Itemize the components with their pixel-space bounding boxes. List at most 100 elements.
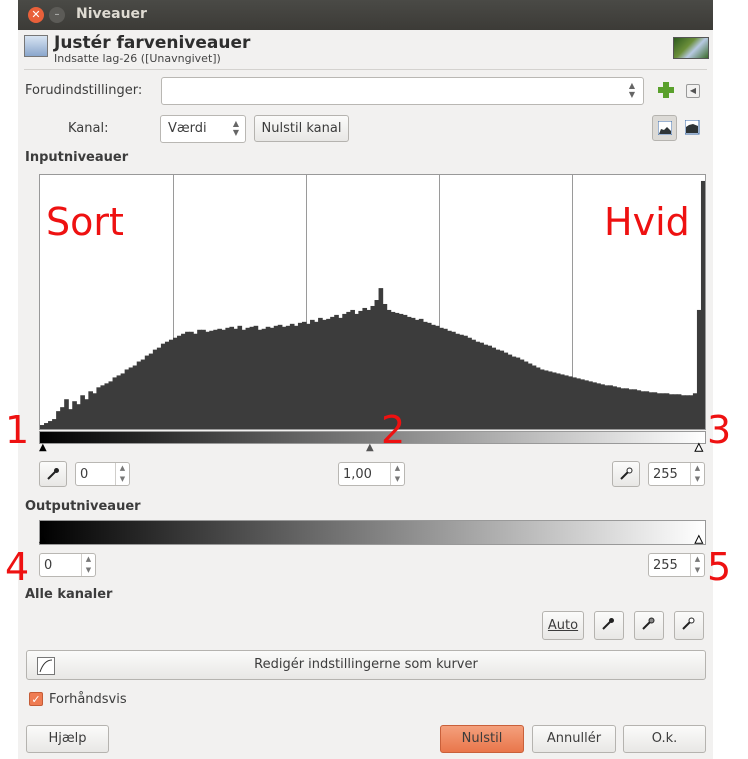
histogram-bar <box>80 395 85 429</box>
histogram-bar <box>354 313 359 429</box>
histogram-bar <box>209 330 214 429</box>
gray-point-picker-button[interactable] <box>634 611 664 640</box>
histogram-bar <box>301 321 307 429</box>
histogram-bar <box>455 333 460 429</box>
histogram-bar <box>463 335 468 429</box>
histogram-bar <box>193 333 198 429</box>
auto-button[interactable]: Auto <box>542 611 584 640</box>
gamma-spinner[interactable]: 1,00 ▲ ▼ <box>338 462 405 486</box>
histogram-bar <box>68 409 73 429</box>
edit-as-curves-button[interactable]: Redigér indstillingerne som kurver <box>26 650 706 680</box>
close-icon[interactable]: ✕ <box>28 7 44 23</box>
histogram-bar <box>289 323 295 429</box>
histogram-bar <box>269 327 275 429</box>
histogram-bar <box>306 323 311 429</box>
histogram-bar <box>60 407 65 429</box>
output-low-slider[interactable]: ▲ <box>39 535 47 545</box>
annotation-4: 4 <box>5 545 30 589</box>
gamma-slider[interactable]: ▲ <box>366 443 374 453</box>
dialog-heading: Justér farveniveauer <box>54 33 251 53</box>
output-gradient-bar[interactable] <box>39 520 706 545</box>
output-levels-label: Outputniveauer <box>25 499 141 514</box>
window-title: Niveauer <box>76 6 147 22</box>
histogram-bar <box>261 328 267 429</box>
channel-combo[interactable]: Værdi ▲ ▼ <box>160 115 246 143</box>
output-high-slider[interactable]: ▲ <box>695 534 704 545</box>
updown-icon[interactable]: ▲ ▼ <box>81 554 95 576</box>
histogram-bar <box>640 391 646 429</box>
output-high-value: 255 <box>653 558 678 573</box>
histogram-bar <box>168 339 174 429</box>
help-button[interactable]: Hjælp <box>26 725 109 753</box>
black-point-picker-button[interactable] <box>594 611 624 640</box>
annotation-5: 5 <box>707 545 732 589</box>
presets-combo[interactable]: ▲ ▼ <box>161 77 644 105</box>
histogram-bar <box>567 376 573 429</box>
updown-icon[interactable]: ▲ ▼ <box>690 463 704 485</box>
histogram-bar <box>543 370 549 429</box>
linear-histogram-icon[interactable] <box>652 115 677 141</box>
histogram-bar <box>572 377 577 429</box>
histogram-bar <box>628 389 634 429</box>
histogram-bar <box>237 325 243 429</box>
histogram-bar <box>410 317 416 429</box>
histogram-bar <box>160 343 166 429</box>
histogram-bar <box>459 334 464 429</box>
histogram-bar <box>479 342 484 429</box>
histogram-bar <box>124 369 130 429</box>
black-level-spinner[interactable]: 0 ▲ ▼ <box>75 462 130 486</box>
updown-icon[interactable]: ▲ ▼ <box>690 554 704 576</box>
output-high-spinner[interactable]: 255 ▲ ▼ <box>648 553 705 577</box>
add-preset-icon[interactable] <box>658 82 674 98</box>
presets-label: Forudindstillinger: <box>25 83 143 98</box>
histogram-bar <box>64 399 69 429</box>
preset-menu-icon[interactable]: ◀ <box>686 84 700 98</box>
black-level-value: 0 <box>80 467 89 482</box>
updown-icon[interactable]: ▲ ▼ <box>115 463 129 485</box>
black-picker-button[interactable] <box>39 461 67 487</box>
levels-dialog: ✕ – Niveauer Justér farveniveauer Indsat… <box>18 0 713 759</box>
reset-button[interactable]: Nulstil <box>440 725 524 753</box>
channel-label: Kanal: <box>68 121 109 136</box>
preview-checkbox[interactable]: ✓ <box>29 692 43 706</box>
annotation-2: 2 <box>381 408 406 452</box>
histogram-bar <box>439 327 444 429</box>
histogram-bar <box>318 317 323 429</box>
histogram-bar <box>213 329 218 429</box>
histogram-bar <box>84 399 89 429</box>
histogram-bar <box>120 373 126 429</box>
log-histogram-icon[interactable] <box>684 119 700 135</box>
output-low-spinner[interactable]: 0 ▲ ▼ <box>39 553 96 577</box>
white-point-picker-button[interactable] <box>674 611 704 640</box>
cancel-button[interactable]: Annullér <box>532 725 616 753</box>
histogram-bar <box>596 383 601 429</box>
histogram-bar <box>475 341 480 429</box>
histogram-bar <box>104 383 110 429</box>
histogram-bar <box>265 326 271 429</box>
histogram-bar <box>447 330 452 429</box>
white-picker-button[interactable] <box>612 461 640 487</box>
histogram-bar <box>334 314 339 429</box>
black-point-slider[interactable]: ▲ <box>39 443 47 453</box>
histogram-bar <box>88 391 93 429</box>
histogram-bar <box>108 381 114 429</box>
ok-button[interactable]: O.k. <box>623 725 706 753</box>
histogram-bar <box>285 325 291 429</box>
updown-icon: ▲ ▼ <box>232 119 239 137</box>
histogram-bar <box>128 367 134 429</box>
reset-channel-button[interactable]: Nulstil kanal <box>254 115 349 142</box>
histogram-bar <box>656 393 662 429</box>
white-point-slider[interactable]: ▲ <box>695 442 704 453</box>
histogram-bar <box>680 395 686 429</box>
annotation-hvid: Hvid <box>604 200 690 244</box>
white-level-spinner[interactable]: 255 ▲ ▼ <box>648 462 705 486</box>
minimize-icon[interactable]: – <box>49 7 65 23</box>
histogram-bar <box>620 388 625 429</box>
histogram-bar <box>547 371 553 429</box>
histogram-bar <box>197 329 202 429</box>
updown-icon: ▲ ▼ <box>628 81 635 99</box>
updown-icon[interactable]: ▲ ▼ <box>390 463 404 485</box>
histogram-bar <box>503 352 509 429</box>
histogram-bar <box>406 316 412 429</box>
histogram-bar <box>100 385 106 429</box>
